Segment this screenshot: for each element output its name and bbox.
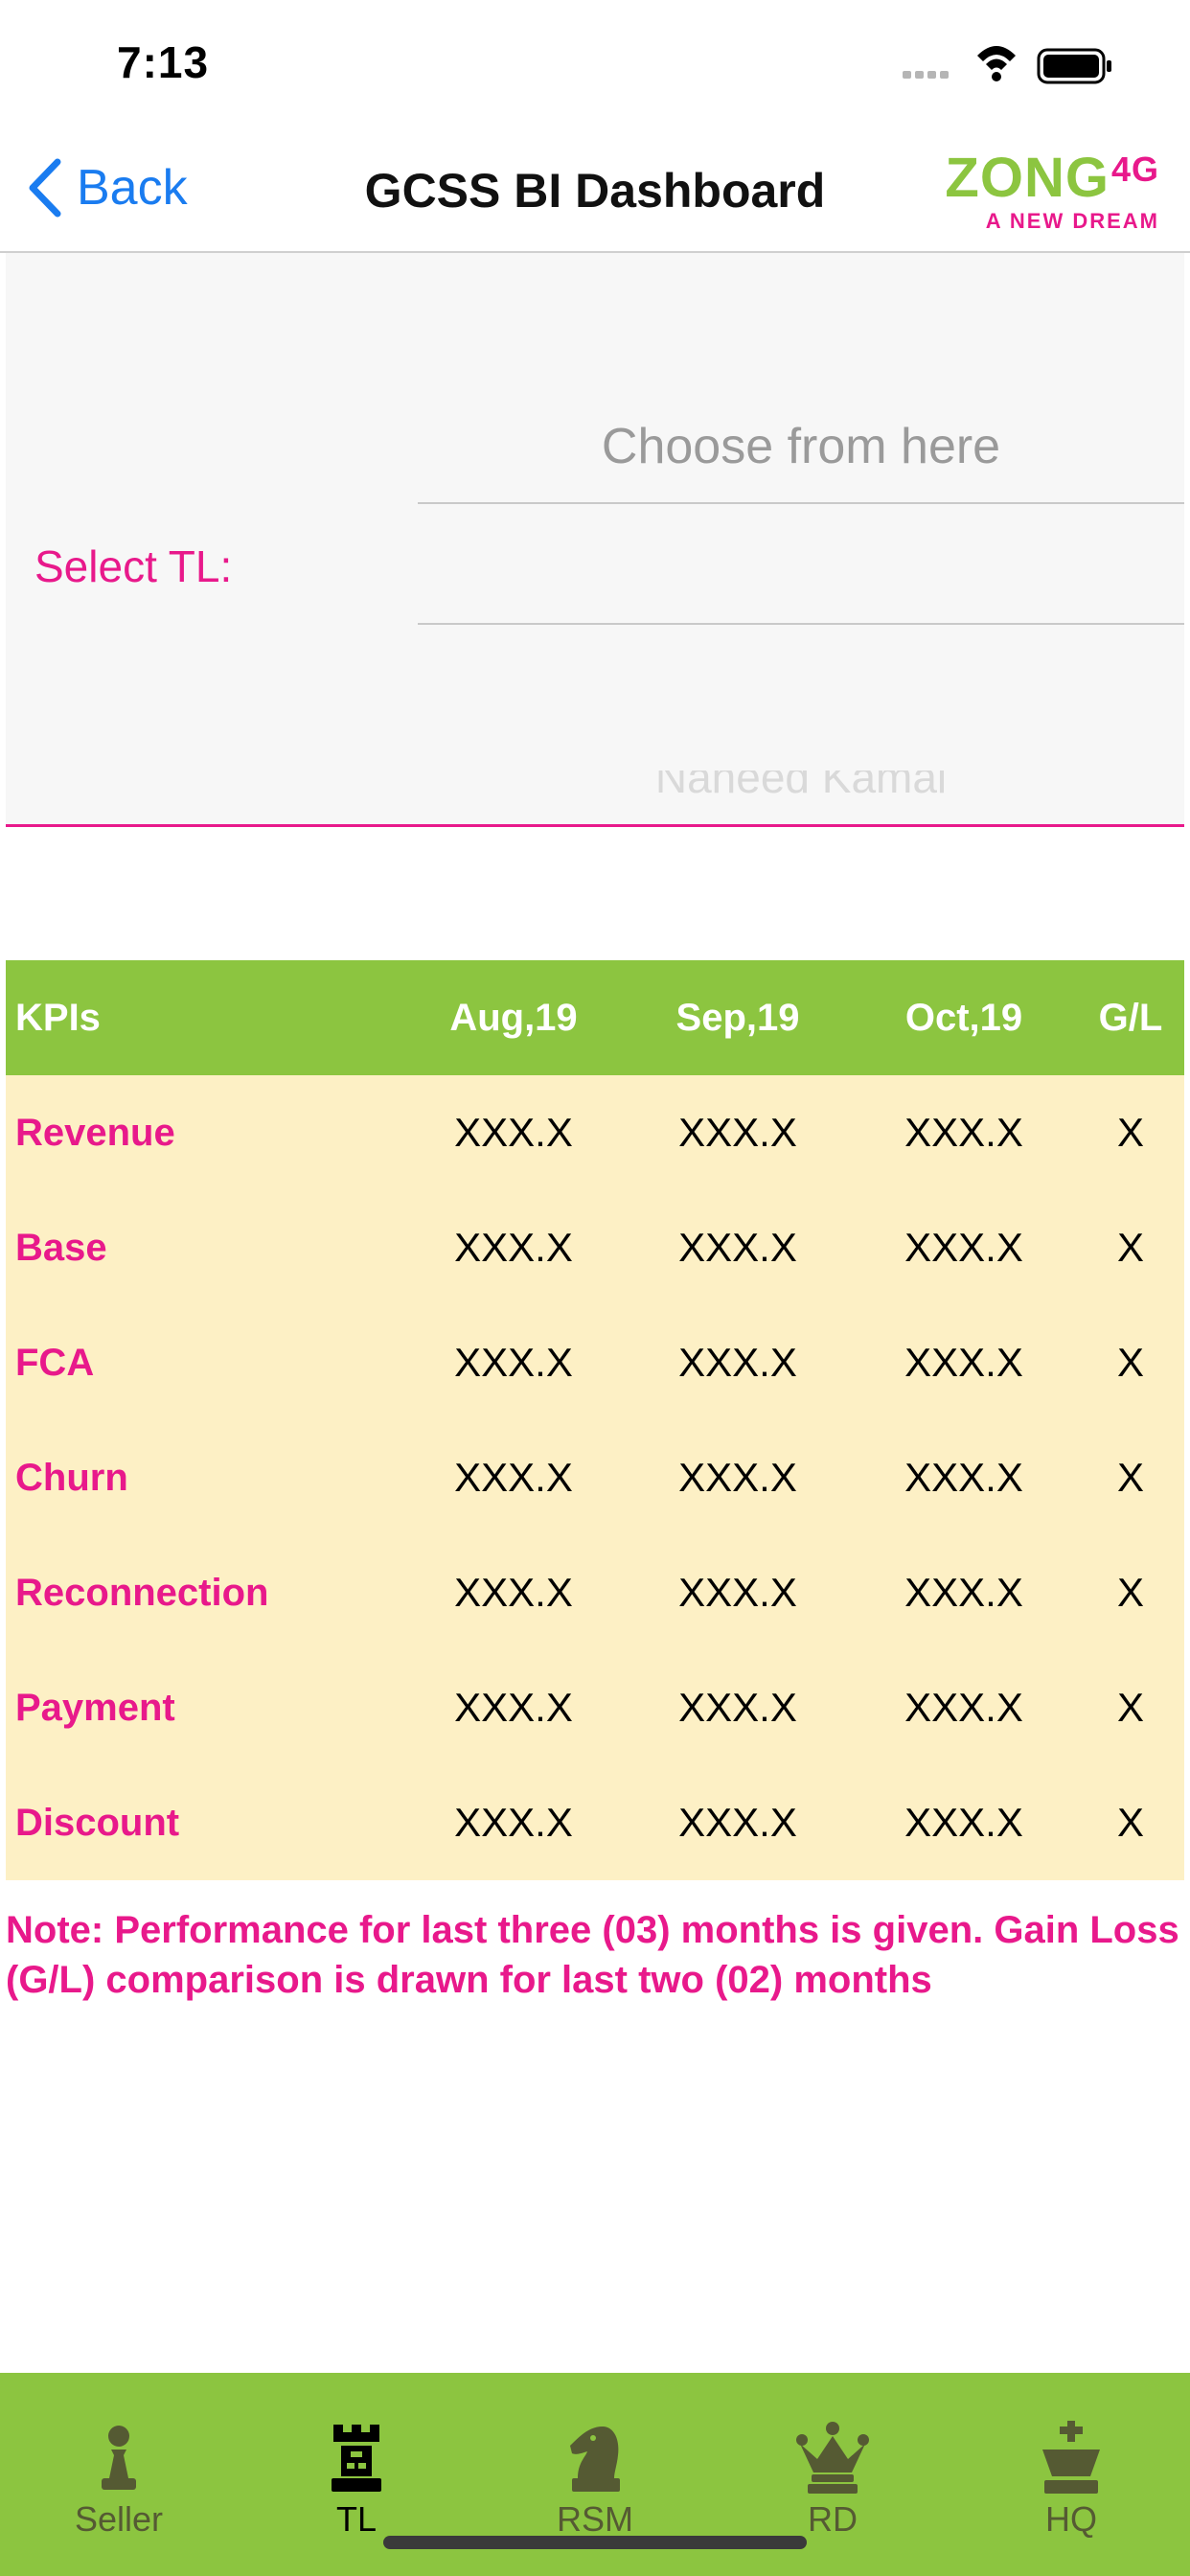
picker-divider-bottom [418, 623, 1184, 625]
chess-pawn-icon [102, 2426, 136, 2490]
chess-knight-icon [570, 2426, 620, 2492]
value-oct: XXX.X [851, 1420, 1077, 1535]
tl-selector-panel: Select TL: Choose from here Naheed Kamal [6, 253, 1184, 827]
kpi-name: Discount [6, 1765, 402, 1880]
logo-tagline: A NEW DREAM [985, 209, 1159, 233]
value-oct: XXX.X [851, 1190, 1077, 1305]
kpi-name: Reconnection [6, 1535, 402, 1650]
value-aug: XXX.X [402, 1765, 625, 1880]
value-oct: XXX.X [851, 1765, 1077, 1880]
value-aug: XXX.X [402, 1650, 625, 1765]
wifi-icon [977, 46, 1016, 81]
select-tl-label: Select TL: [34, 541, 233, 591]
kpi-name: FCA [6, 1305, 402, 1420]
zong-logo: ZONG4G A NEW DREAM [945, 146, 1159, 234]
table-row: Discount XXX.X XXX.X XXX.X X [6, 1765, 1184, 1880]
header-aug: Aug,19 [402, 960, 625, 1075]
chess-king-icon [1042, 2421, 1100, 2494]
performance-note: Note: Performance for last three (03) mo… [6, 1909, 1179, 2001]
status-icons [874, 0, 1190, 125]
picker-placeholder[interactable]: Choose from here [418, 418, 1184, 475]
chess-queen-icon [796, 2422, 869, 2494]
value-sep: XXX.X [625, 1190, 851, 1305]
chess-rook-icon [332, 2425, 381, 2492]
value-sep: XXX.X [625, 1650, 851, 1765]
value-sep: XXX.X [625, 1305, 851, 1420]
value-oct: XXX.X [851, 1075, 1077, 1190]
value-gl: X [1077, 1765, 1184, 1880]
header-gl: G/L [1077, 960, 1184, 1075]
tab-label: RD [808, 2499, 858, 2539]
kpi-name: Payment [6, 1650, 402, 1765]
table-header-row: KPIs Aug,19 Sep,19 Oct,19 G/L [6, 960, 1184, 1075]
status-time: 7:13 [117, 37, 210, 87]
value-aug: XXX.X [402, 1420, 625, 1535]
value-oct: XXX.X [851, 1305, 1077, 1420]
tab-label: RSM [557, 2499, 633, 2539]
header-oct: Oct,19 [851, 960, 1077, 1075]
tl-picker[interactable]: Choose from here Naheed Kamal [418, 397, 1184, 818]
table-row: Reconnection XXX.X XXX.X XXX.X X [6, 1535, 1184, 1650]
table-row: Churn XXX.X XXX.X XXX.X X [6, 1420, 1184, 1535]
kpi-name: Base [6, 1190, 402, 1305]
value-aug: XXX.X [402, 1535, 625, 1650]
value-sep: XXX.X [625, 1420, 851, 1535]
tab-hq[interactable]: HQ [952, 2373, 1190, 2576]
logo-suffix: 4G [1110, 150, 1159, 189]
cellular-signal-icon [903, 71, 949, 79]
navigation-bar: Back GCSS BI Dashboard ZONG4G A NEW DREA… [0, 125, 1190, 253]
table-row: FCA XXX.X XXX.X XXX.X X [6, 1305, 1184, 1420]
header-sep: Sep,19 [625, 960, 851, 1075]
kpi-name: Churn [6, 1420, 402, 1535]
tab-label: Seller [74, 2499, 164, 2539]
value-gl: X [1077, 1305, 1184, 1420]
value-oct: XXX.X [851, 1535, 1077, 1650]
value-oct: XXX.X [851, 1650, 1077, 1765]
status-bar: 7:13 [0, 0, 1190, 125]
tab-label: HQ [1045, 2499, 1097, 2539]
value-sep: XXX.X [625, 1535, 851, 1650]
home-indicator[interactable] [383, 2536, 807, 2549]
kpi-table: KPIs Aug,19 Sep,19 Oct,19 G/L Revenue XX… [6, 960, 1184, 1880]
picker-divider-top [418, 502, 1184, 504]
value-aug: XXX.X [402, 1075, 625, 1190]
value-gl: X [1077, 1420, 1184, 1535]
value-gl: X [1077, 1190, 1184, 1305]
value-gl: X [1077, 1650, 1184, 1765]
logo-wordmark: ZONG4G [945, 146, 1159, 210]
value-aug: XXX.X [402, 1305, 625, 1420]
table-row: Base XXX.X XXX.X XXX.X X [6, 1190, 1184, 1305]
tab-label: TL [335, 2499, 377, 2539]
tab-seller[interactable]: Seller [0, 2373, 238, 2576]
battery-icon [1037, 48, 1111, 84]
header-kpis: KPIs [6, 960, 402, 1075]
value-gl: X [1077, 1075, 1184, 1190]
kpi-name: Revenue [6, 1075, 402, 1190]
value-sep: XXX.X [625, 1075, 851, 1190]
picker-partial-option[interactable]: Naheed Kamal [418, 770, 1184, 797]
logo-name: ZONG [945, 147, 1110, 209]
value-sep: XXX.X [625, 1765, 851, 1880]
table-row: Revenue XXX.X XXX.X XXX.X X [6, 1075, 1184, 1190]
table-row: Payment XXX.X XXX.X XXX.X X [6, 1650, 1184, 1765]
value-aug: XXX.X [402, 1190, 625, 1305]
value-gl: X [1077, 1535, 1184, 1650]
